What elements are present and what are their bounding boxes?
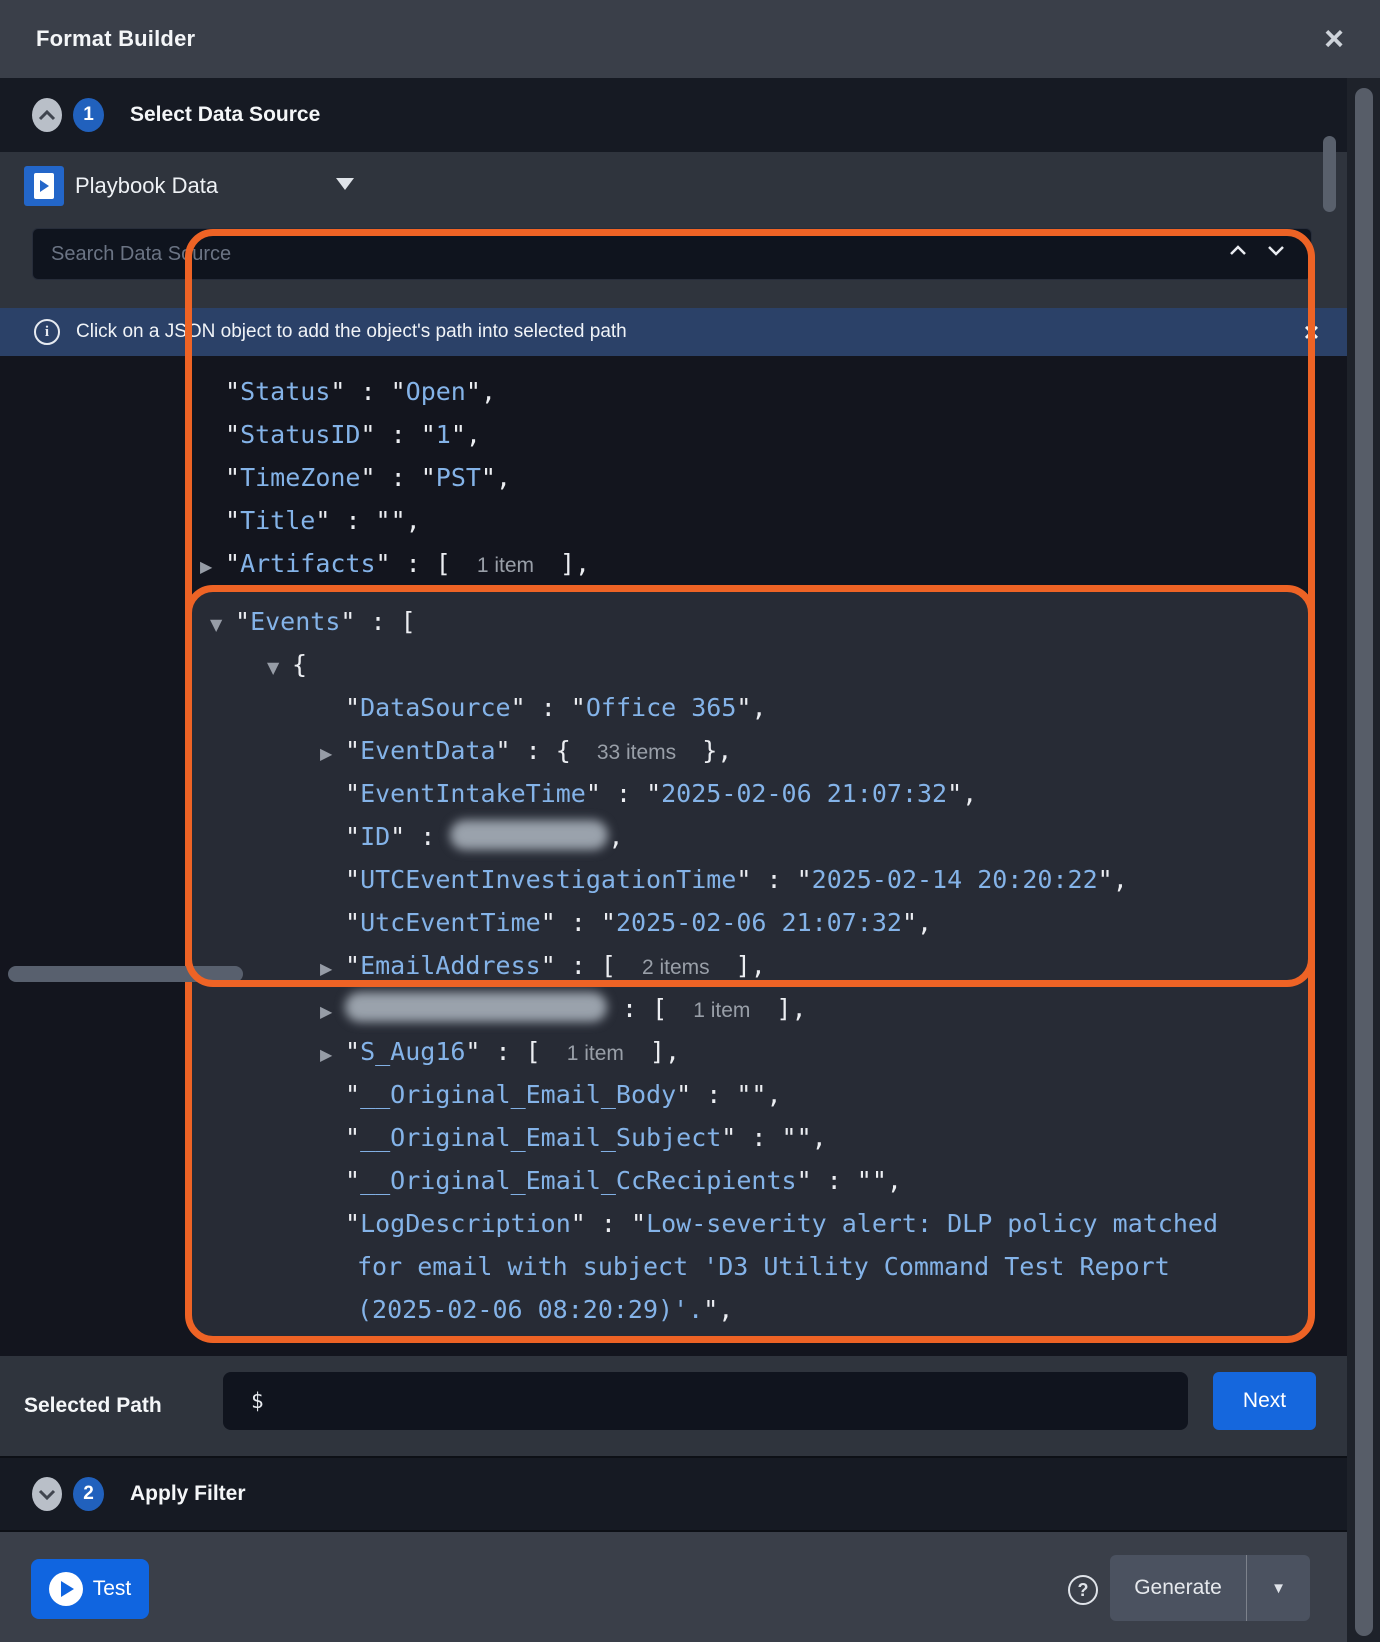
help-icon[interactable]: ?	[1068, 1575, 1098, 1605]
json-line[interactable]: (2025-02-06 08:20:29)'.",	[192, 1288, 1308, 1331]
step1-number-badge: 1	[73, 98, 104, 132]
json-line[interactable]: "DataSource" : "Office 365",	[192, 686, 1308, 729]
search-input[interactable]	[33, 229, 1311, 279]
info-icon: i	[34, 319, 60, 345]
playbook-data-icon	[24, 166, 64, 206]
dialog-scrollbar-thumb[interactable]	[1355, 88, 1373, 1636]
json-line[interactable]: "ID" : ,	[192, 815, 1308, 858]
data-source-block: Playbook Data	[0, 152, 1347, 308]
next-button[interactable]: Next	[1213, 1372, 1316, 1430]
json-line[interactable]: "__Original_Email_Body" : "",	[192, 1073, 1308, 1116]
json-line[interactable]: for email with subject 'D3 Utility Comma…	[192, 1245, 1308, 1288]
item-count: 1 item	[693, 999, 750, 1022]
json-line[interactable]: ▼{	[192, 643, 1308, 686]
data-source-dropdown[interactable]: Playbook Data	[75, 152, 218, 220]
tree-collapse-icon[interactable]: ▼	[267, 646, 292, 689]
json-scrollbar-thumb[interactable]	[1323, 136, 1336, 212]
play-icon	[49, 1572, 83, 1606]
json-viewer: "Status" : "Open","StatusID" : "1","Time…	[0, 356, 1347, 1356]
selected-path-field-wrap	[223, 1372, 1188, 1430]
item-count: 2 items	[642, 956, 710, 979]
json-line[interactable]: "EventIntakeTime" : "2025-02-06 21:07:32…	[192, 772, 1308, 815]
info-banner: i Click on a JSON object to add the obje…	[0, 308, 1347, 356]
generate-split-button: Generate ▼	[1110, 1555, 1310, 1621]
expand-step2-button[interactable]	[32, 1477, 62, 1511]
dialog-scrollbar-track	[1347, 78, 1380, 1642]
json-line[interactable]: ▶ : [1 item],	[192, 987, 1308, 1030]
json-line[interactable]: "StatusID" : "1",	[0, 413, 1347, 456]
json-line[interactable]: "__Original_Email_Subject" : "",	[192, 1116, 1308, 1159]
format-builder-dialog: Format Builder × 1 Select Data Source Pl…	[0, 0, 1380, 1642]
events-highlight-box: ▼"Events" : [▼{"DataSource" : "Office 36…	[185, 585, 1315, 1343]
dialog-titlebar: Format Builder ×	[0, 0, 1380, 78]
chevron-up-icon	[38, 110, 56, 121]
json-lines-events: ▼"Events" : [▼{"DataSource" : "Office 36…	[192, 600, 1308, 1331]
dialog-close-icon[interactable]: ×	[1324, 22, 1344, 56]
tree-collapse-icon[interactable]: ▼	[210, 603, 235, 646]
json-line[interactable]: "UtcEventTime" : "2025-02-06 21:07:32",	[192, 901, 1308, 944]
tree-expand-icon[interactable]: ▶	[320, 1033, 345, 1076]
selected-path-section: Selected Path Next	[0, 1356, 1347, 1456]
json-line[interactable]: ▼"Events" : [	[192, 600, 1308, 643]
generate-button[interactable]: Generate	[1110, 1555, 1246, 1621]
generate-dropdown-caret-icon[interactable]: ▼	[1247, 1555, 1310, 1621]
tree-expand-icon[interactable]: ▶	[200, 545, 225, 588]
test-button[interactable]: Test	[31, 1559, 149, 1619]
json-line[interactable]: ▶"Artifacts" : [1 item],	[0, 542, 1347, 585]
chevron-down-icon	[38, 1489, 56, 1500]
footer-bar: Test Generate ▼	[0, 1532, 1347, 1642]
step1-title: Select Data Source	[130, 103, 320, 127]
tree-expand-icon[interactable]: ▶	[320, 947, 345, 990]
tree-expand-icon[interactable]: ▶	[320, 990, 345, 1033]
selected-path-label: Selected Path	[24, 1356, 162, 1456]
redacted-blur	[450, 820, 608, 850]
redacted-blur	[345, 992, 607, 1022]
json-line[interactable]: "TimeZone" : "PST",	[0, 456, 1347, 499]
search-field-wrap	[32, 228, 1312, 280]
step2-header: 2 Apply Filter	[0, 1458, 1347, 1530]
tree-expand-icon[interactable]: ▶	[320, 732, 345, 775]
test-button-label: Test	[93, 1577, 132, 1601]
item-count: 33 items	[597, 741, 676, 764]
chevron-down-icon[interactable]	[1267, 245, 1285, 256]
json-line[interactable]: "__Original_Email_CcRecipients" : "",	[192, 1159, 1308, 1202]
step2-number-badge: 2	[73, 1477, 104, 1511]
json-line[interactable]: "UTCEventInvestigationTime" : "2025-02-1…	[192, 858, 1308, 901]
dropdown-caret-icon[interactable]	[336, 178, 354, 190]
data-source-selected-label: Playbook Data	[75, 173, 218, 199]
json-line[interactable]: ▶"EventData" : {33 items},	[192, 729, 1308, 772]
step2-title: Apply Filter	[130, 1482, 246, 1506]
json-line[interactable]: ▶"EmailAddress" : [2 items],	[192, 944, 1308, 987]
json-line[interactable]: "Status" : "Open",	[0, 370, 1347, 413]
selected-path-input[interactable]	[223, 1372, 1188, 1430]
json-lines-top: "Status" : "Open","StatusID" : "1","Time…	[0, 370, 1347, 585]
chevron-up-icon[interactable]	[1229, 245, 1247, 256]
item-count: 1 item	[477, 554, 534, 577]
dialog-title: Format Builder	[36, 26, 195, 52]
json-line[interactable]: "LogDescription" : "Low-severity alert: …	[192, 1202, 1308, 1245]
json-line[interactable]: "Title" : "",	[0, 499, 1347, 542]
collapse-step1-button[interactable]	[32, 98, 62, 132]
info-banner-close-icon[interactable]: ×	[1304, 317, 1319, 348]
json-line[interactable]: ▶"S_Aug16" : [1 item],	[192, 1030, 1308, 1073]
search-prev-next-controls[interactable]	[1229, 245, 1285, 256]
horizontal-scrollbar-thumb[interactable]	[8, 966, 243, 982]
step1-header: 1 Select Data Source	[0, 78, 1347, 152]
item-count: 1 item	[567, 1042, 624, 1065]
info-banner-text: Click on a JSON object to add the object…	[76, 321, 627, 343]
